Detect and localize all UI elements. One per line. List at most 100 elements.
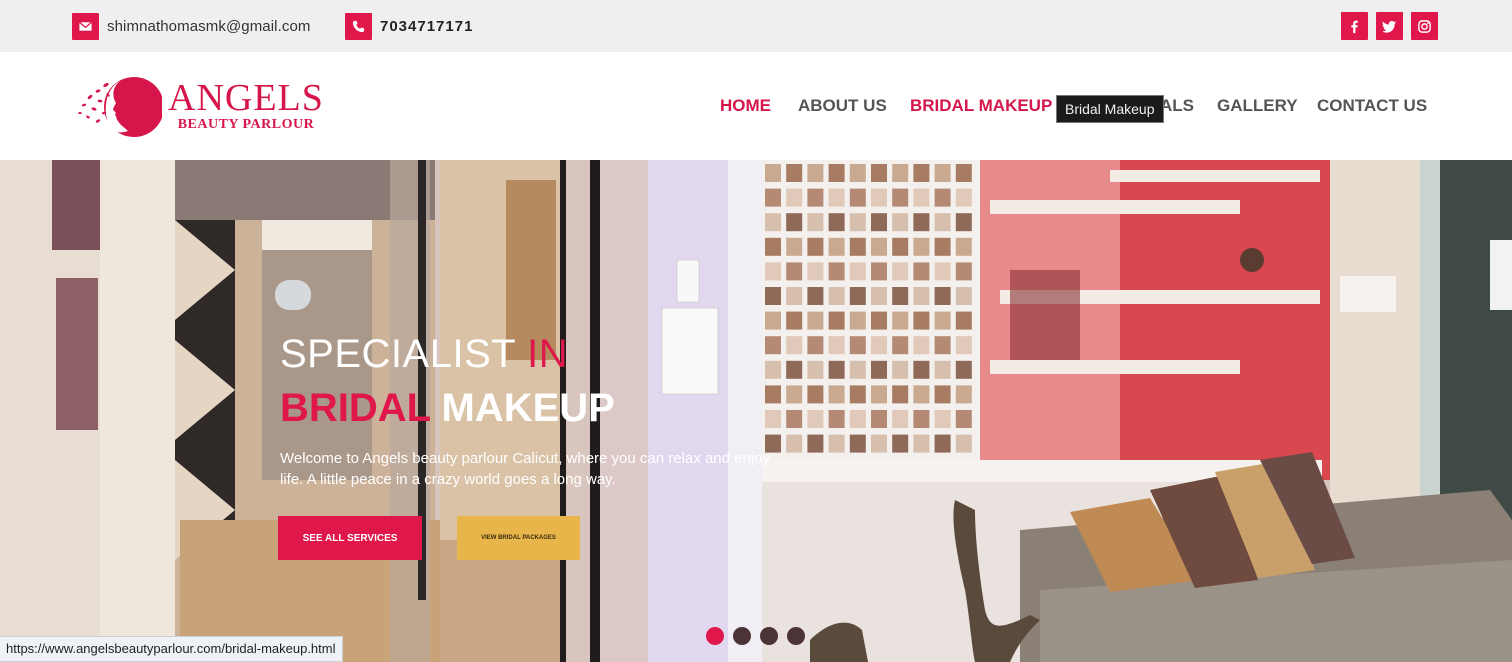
wall-photo bbox=[828, 311, 845, 330]
wall-photo bbox=[913, 360, 930, 379]
wall-photo bbox=[892, 188, 909, 207]
wall-photo bbox=[807, 311, 824, 330]
wall-photo bbox=[828, 188, 845, 207]
wall-photo bbox=[934, 336, 951, 355]
wall-photo bbox=[955, 164, 972, 182]
wall-photo bbox=[913, 385, 930, 404]
wall-photo bbox=[786, 360, 803, 379]
wall-photo bbox=[807, 164, 824, 182]
wall-photo bbox=[807, 237, 824, 256]
wall-photo bbox=[807, 410, 824, 428]
wall-photo bbox=[849, 188, 866, 207]
wall-photo bbox=[765, 385, 781, 404]
wall-photo bbox=[828, 410, 845, 428]
view-bridal-packages-button[interactable]: VIEW BRIDAL PACKAGES bbox=[457, 516, 580, 560]
wall-photo bbox=[892, 434, 909, 453]
wall-photo bbox=[913, 434, 930, 453]
wall-photo bbox=[765, 188, 781, 207]
wall-photo bbox=[913, 164, 930, 182]
wall-photo bbox=[828, 262, 845, 281]
facebook-icon[interactable] bbox=[1341, 12, 1368, 40]
wall-photo bbox=[765, 213, 781, 232]
wall-photo bbox=[934, 311, 951, 330]
wall-photo bbox=[828, 385, 845, 404]
wall-photo bbox=[765, 287, 781, 305]
twitter-icon[interactable] bbox=[1376, 12, 1403, 40]
wall-photo bbox=[786, 213, 803, 232]
wall-photo bbox=[892, 336, 909, 355]
woman-silhouette-logo-icon bbox=[76, 71, 164, 141]
wall-photo bbox=[807, 385, 824, 404]
hero-title-in: IN bbox=[527, 332, 569, 376]
wall-photo bbox=[892, 164, 909, 182]
wall-photo bbox=[786, 164, 803, 182]
wall-photo bbox=[913, 410, 930, 428]
wall-photo bbox=[892, 385, 909, 404]
email-contact[interactable]: shimnathomasmk@gmail.com bbox=[72, 12, 311, 40]
email-text[interactable]: shimnathomasmk@gmail.com bbox=[107, 18, 311, 35]
logo-title: ANGELS bbox=[168, 77, 324, 119]
wall-photo bbox=[807, 336, 824, 355]
wall-photo bbox=[849, 336, 866, 355]
wall-photo bbox=[828, 336, 845, 355]
nav-bridal-packages-partial[interactable]: ALS bbox=[1160, 96, 1194, 116]
slider-dot-4[interactable] bbox=[787, 627, 805, 645]
wall-photo bbox=[913, 336, 930, 355]
nav-about-us[interactable]: ABOUT US bbox=[798, 96, 887, 116]
hero-title-line1: SPECIALIST IN bbox=[280, 332, 568, 377]
wall-photo bbox=[807, 287, 824, 305]
phone-contact[interactable]: 7034717171 bbox=[345, 12, 473, 40]
wall-photo bbox=[786, 188, 803, 207]
phone-icon bbox=[345, 12, 372, 40]
wall-photo bbox=[955, 434, 972, 453]
nav-tooltip: Bridal Makeup bbox=[1056, 95, 1164, 123]
wall-photo bbox=[913, 237, 930, 256]
slider-dot-3[interactable] bbox=[760, 627, 778, 645]
slider-dot-2[interactable] bbox=[733, 627, 751, 645]
wall-photo bbox=[871, 410, 887, 428]
nav-contact-us[interactable]: CONTACT US bbox=[1317, 96, 1427, 116]
nav-bridal-makeup[interactable]: BRIDAL MAKEUP bbox=[910, 96, 1052, 116]
wall-photo bbox=[828, 213, 845, 232]
wall-photo bbox=[871, 164, 887, 182]
salon-interior-image bbox=[0, 160, 1512, 662]
hero-title-bridal: BRIDAL bbox=[280, 386, 431, 430]
wall-photo bbox=[871, 311, 887, 330]
wall-photo bbox=[892, 262, 909, 281]
browser-status-url: https://www.angelsbeautyparlour.com/brid… bbox=[0, 636, 343, 662]
wall-photo bbox=[807, 360, 824, 379]
wall-photo bbox=[934, 164, 951, 182]
phone-text[interactable]: 7034717171 bbox=[380, 18, 473, 35]
hero-title-specialist: SPECIALIST bbox=[280, 332, 528, 376]
wall-photo bbox=[765, 262, 781, 281]
hero-title-makeup: MAKEUP bbox=[430, 386, 615, 430]
logo-text: ANGELS BEAUTY PARLOUR bbox=[168, 79, 324, 133]
logo-subtitle: BEAUTY PARLOUR bbox=[177, 117, 315, 132]
slider-dot-1[interactable] bbox=[706, 627, 724, 645]
wall-photo bbox=[828, 434, 845, 453]
instagram-icon[interactable] bbox=[1411, 12, 1438, 40]
wall-photo bbox=[828, 360, 845, 379]
wall-photo bbox=[955, 213, 972, 232]
hero-slider: SPECIALIST IN BRIDAL MAKEUP Welcome to A… bbox=[0, 160, 1512, 662]
wall-photo bbox=[871, 237, 887, 256]
wall-photo bbox=[955, 262, 972, 281]
envelope-icon bbox=[72, 12, 99, 40]
wall-photo bbox=[934, 434, 951, 453]
wall-photo bbox=[955, 188, 972, 207]
site-logo[interactable]: ANGELS BEAUTY PARLOUR bbox=[76, 70, 336, 142]
wall-photo bbox=[765, 360, 781, 379]
nav-home[interactable]: HOME bbox=[720, 96, 771, 116]
wall-photo bbox=[807, 213, 824, 232]
wall-photo bbox=[786, 385, 803, 404]
wall-photo bbox=[849, 410, 866, 428]
wall-photo bbox=[786, 262, 803, 281]
wall-photo bbox=[828, 164, 845, 182]
wall-photo bbox=[786, 311, 803, 330]
wall-photo bbox=[849, 385, 866, 404]
nav-gallery[interactable]: GALLERY bbox=[1217, 96, 1298, 116]
wall-photo bbox=[849, 287, 866, 305]
wall-photo bbox=[786, 336, 803, 355]
see-all-services-button[interactable]: SEE ALL SERVICES bbox=[278, 516, 422, 560]
wall-photo bbox=[786, 410, 803, 428]
